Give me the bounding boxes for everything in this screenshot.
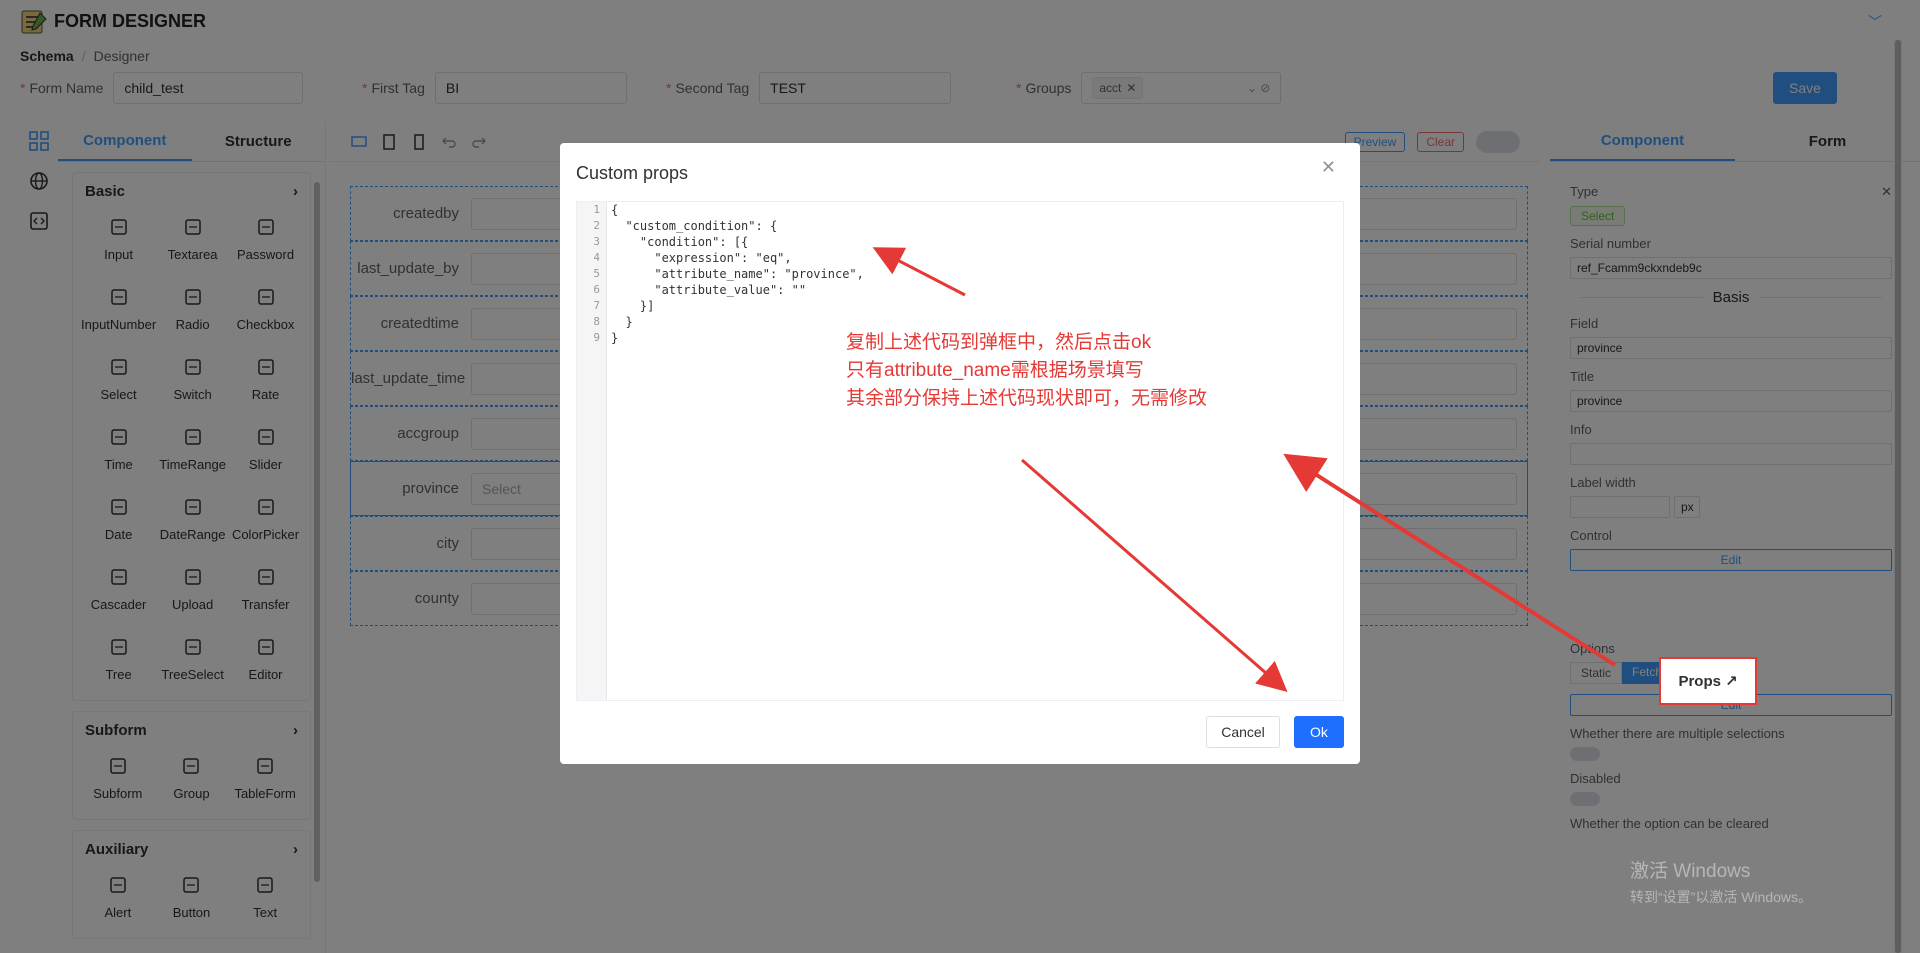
modal-title: Custom props <box>576 163 689 183</box>
line-number: 3 <box>593 235 600 248</box>
windows-watermark: 激活 Windows 转到“设置”以激活 Windows。 <box>1630 861 1813 905</box>
line-gutter: 1 2 3 4 5 6 7 8 9 <box>577 202 607 700</box>
note-line: 其余部分保持上述代码现状即可，无需修改 <box>846 388 1208 409</box>
line-number: 9 <box>593 331 600 344</box>
close-icon[interactable]: ✕ <box>1321 157 1336 178</box>
code-content[interactable]: { "custom_condition": { "condition": [{ … <box>611 202 864 346</box>
line-number: 1 <box>593 203 600 216</box>
code-line: }] <box>611 299 655 313</box>
cancel-button[interactable]: Cancel <box>1206 716 1280 748</box>
line-number: 2 <box>593 219 600 232</box>
code-line: } <box>611 315 633 329</box>
note-line: 只有attribute_name需根据场景填写 <box>846 360 1144 381</box>
line-number: 4 <box>593 251 600 264</box>
code-editor[interactable]: 1 2 3 4 5 6 7 8 9 { "custom_condition": { "condi… <box>576 201 1344 701</box>
line-number: 7 <box>593 299 600 312</box>
code-line: "attribute_value": "" <box>611 283 807 297</box>
code-line: { <box>611 203 619 217</box>
line-number: 6 <box>593 283 600 296</box>
code-line: "condition": [{ <box>611 235 749 249</box>
code-line: "custom_condition": { <box>611 219 778 233</box>
code-line: } <box>611 331 619 345</box>
line-number: 8 <box>593 315 600 328</box>
custom-props-modal: Custom props ✕ 1 2 3 4 5 6 7 8 9 { "custom_condi… <box>560 143 1360 764</box>
external-link-icon: ↗ <box>1724 673 1738 690</box>
line-number: 5 <box>593 267 600 280</box>
ok-button[interactable]: Ok <box>1294 716 1344 748</box>
props-highlight[interactable]: Props ↗ <box>1659 657 1757 705</box>
code-line: "attribute_name": "province", <box>611 267 864 281</box>
annotation-note: 复制上述代码到弹框中，然后点击ok 只有attribute_name需根据场景填写… <box>846 329 1207 413</box>
code-line: "expression": "eq", <box>611 251 792 265</box>
note-line: 复制上述代码到弹框中，然后点击ok <box>846 332 1152 353</box>
